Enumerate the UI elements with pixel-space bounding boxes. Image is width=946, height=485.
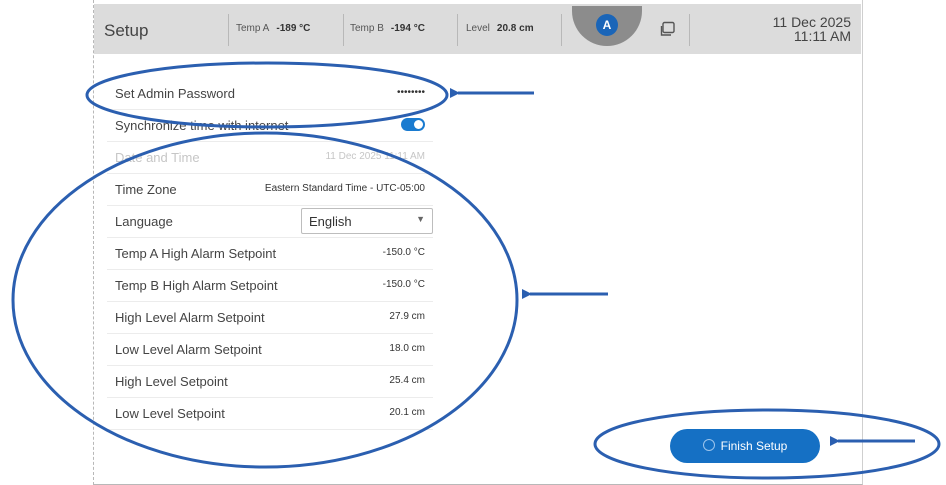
high-level-alarm-row[interactable]: High Level Alarm Setpoint 27.9 cm [107,301,433,334]
temp-b-alarm-label: Temp B High Alarm Setpoint [115,278,278,293]
date-text: 11 Dec 2025 [772,14,851,30]
time-zone-row[interactable]: Time Zone Eastern Standard Time - UTC-05… [107,173,433,206]
temp-a-alarm-label: Temp A High Alarm Setpoint [115,246,277,261]
divider [689,14,690,46]
temp-b-readout: Temp B -194 °C [350,23,425,34]
low-level-setpoint-row[interactable]: Low Level Setpoint 20.1 cm [107,397,433,430]
time-text: 11:11 AM [793,28,851,44]
temp-a-value: -189 °C [276,23,311,34]
admin-password-row[interactable]: Set Admin Password •••••••• [107,77,433,110]
admin-password-label: Set Admin Password [115,86,235,101]
divider [228,14,229,46]
toggle-knob [414,120,423,129]
high-level-setpoint-row[interactable]: High Level Setpoint 25.4 cm [107,365,433,398]
language-select[interactable]: English ▼ [301,208,433,234]
time-zone-label: Time Zone [115,182,177,197]
admin-password-value[interactable]: •••••••• [397,87,425,98]
low-level-setpoint-label: Low Level Setpoint [115,406,225,421]
date-time-row: Date and Time 11 Dec 2025 11:11 AM [107,141,433,174]
user-badge-area[interactable]: A [572,6,642,46]
device-icon[interactable] [660,21,676,37]
time-sync-toggle[interactable] [401,118,425,131]
clock: 11 Dec 2025 11:11 AM [773,15,851,43]
language-label: Language [115,214,173,229]
time-sync-label: Synchronize time with internet [115,118,289,133]
page-title: Setup [104,21,149,40]
temp-a-label: Temp A [236,23,270,34]
temp-b-alarm-row[interactable]: Temp B High Alarm Setpoint -150.0 °C [107,269,433,302]
finish-setup-label: Finish Setup [720,439,788,453]
divider [457,14,458,46]
temp-a-alarm-value[interactable]: -150.0 °C [383,247,425,258]
time-sync-row[interactable]: Synchronize time with internet [107,109,433,142]
temp-a-readout: Temp A -189 °C [236,23,310,34]
low-level-setpoint-value[interactable]: 20.1 cm [389,407,425,418]
high-level-setpoint-value[interactable]: 25.4 cm [389,375,425,386]
language-row: Language English ▼ [107,205,433,238]
low-level-alarm-row[interactable]: Low Level Alarm Setpoint 18.0 cm [107,333,433,366]
low-level-alarm-label: Low Level Alarm Setpoint [115,342,262,357]
time-zone-value[interactable]: Eastern Standard Time - UTC-05:00 [265,183,425,194]
date-time-label: Date and Time [115,150,200,165]
check-circle-icon [702,439,715,451]
temp-a-alarm-row[interactable]: Temp A High Alarm Setpoint -150.0 °C [107,237,433,270]
user-badge[interactable]: A [596,14,618,36]
high-level-alarm-value[interactable]: 27.9 cm [389,311,425,322]
divider [343,14,344,46]
temp-b-value: -194 °C [390,23,425,34]
date-time-value: 11 Dec 2025 11:11 AM [325,151,425,162]
temp-b-label: Temp B [350,23,384,34]
level-label: Level [466,23,490,34]
high-level-alarm-label: High Level Alarm Setpoint [115,310,265,325]
chevron-down-icon: ▼ [416,214,425,224]
language-selected-value: English [309,214,352,229]
level-readout: Level 20.8 cm [466,23,534,34]
status-bar: Setup Temp A -189 °C Temp B -194 °C Level 2… [94,4,861,54]
high-level-setpoint-label: High Level Setpoint [115,374,228,389]
temp-b-alarm-value[interactable]: -150.0 °C [383,279,425,290]
finish-setup-button[interactable]: Finish Setup [670,429,820,463]
level-value: 20.8 cm [496,23,534,34]
divider [561,14,562,46]
low-level-alarm-value[interactable]: 18.0 cm [389,343,425,354]
